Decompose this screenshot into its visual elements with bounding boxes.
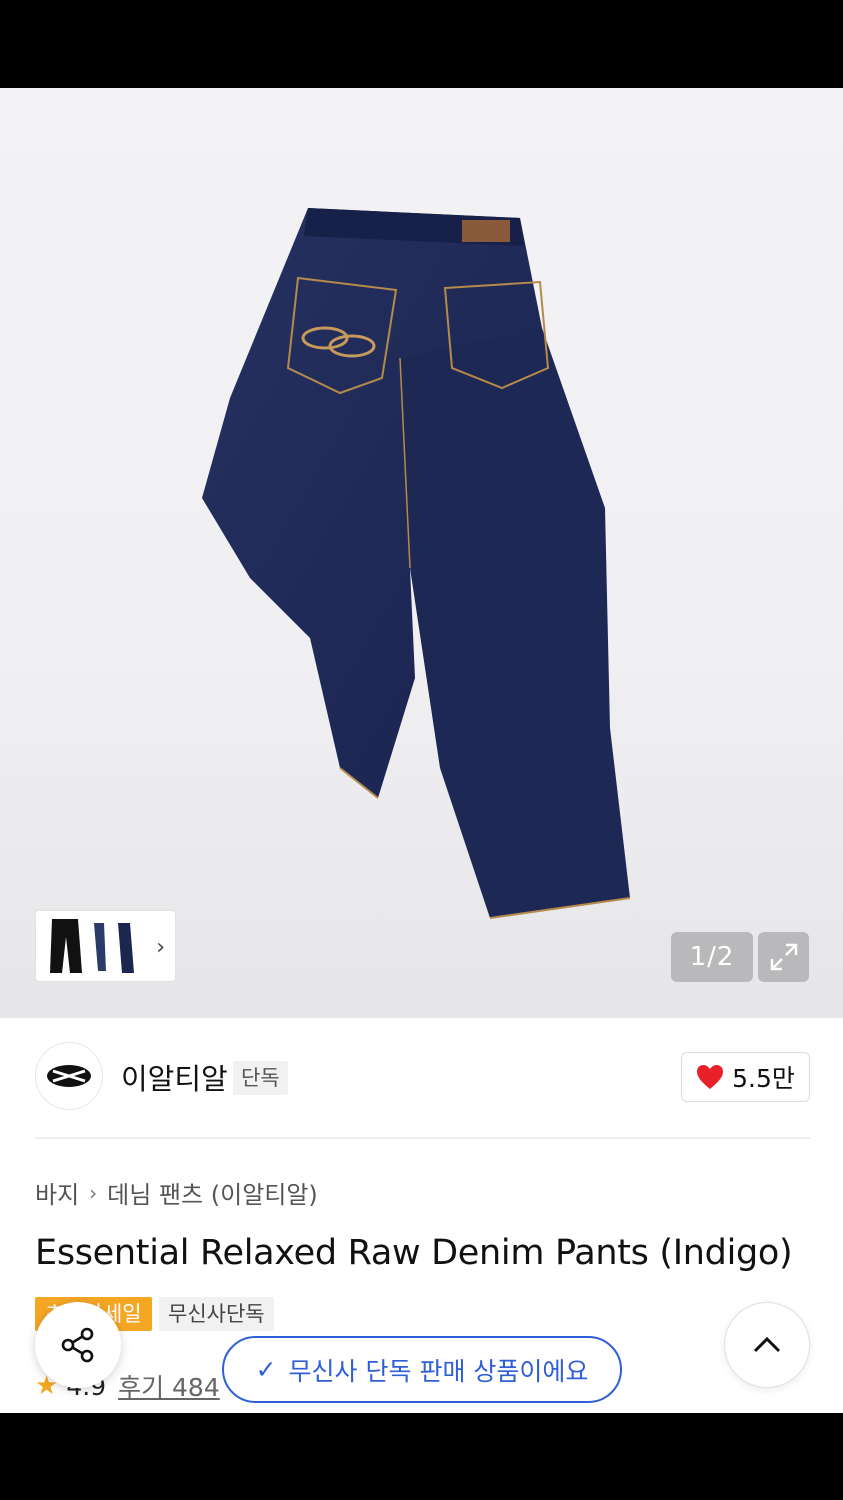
chevron-right-icon[interactable]: › xyxy=(156,935,165,960)
share-button[interactable] xyxy=(35,1302,121,1388)
product-image xyxy=(202,208,631,919)
chevron-right-icon: › xyxy=(89,1180,98,1205)
page-total: 2 xyxy=(716,942,735,972)
like-count: 5.5만 xyxy=(732,1064,795,1093)
brand-logo[interactable] xyxy=(35,1042,103,1110)
brand-name[interactable]: 이알티알 xyxy=(121,1056,228,1098)
exclusive-tag: 단독 xyxy=(233,1061,288,1095)
toast-message: 무신사 단독 판매 상품이에요 xyxy=(288,1356,589,1386)
expand-icon xyxy=(770,943,797,971)
breadcrumb-category[interactable]: 바지 xyxy=(35,1175,79,1210)
page-separator: / xyxy=(707,942,717,972)
share-icon xyxy=(61,1327,94,1363)
page-current: 1 xyxy=(689,942,708,972)
musinsa-exclusive-badge: 무신사단독 xyxy=(159,1297,274,1331)
product-title: Essential Relaxed Raw Denim Pants (Indig… xyxy=(35,1233,793,1273)
like-button[interactable]: 5.5만 xyxy=(681,1052,810,1102)
chevron-up-icon xyxy=(753,1336,781,1353)
thumbnail-images[interactable] xyxy=(46,917,146,977)
check-icon: ✓ xyxy=(255,1355,277,1384)
navigation-bar xyxy=(0,1413,843,1500)
expand-button[interactable] xyxy=(758,932,809,982)
divider xyxy=(35,1137,810,1139)
heart-icon xyxy=(697,1065,724,1089)
breadcrumb: 바지 › 데님 팬츠 (이알티알) xyxy=(35,1175,318,1210)
scroll-to-top-button[interactable] xyxy=(724,1302,810,1388)
brand-logo-icon xyxy=(47,1065,91,1087)
breadcrumb-subcategory[interactable]: 데님 팬츠 (이알티알) xyxy=(107,1175,318,1210)
image-page-counter: 1 / 2 xyxy=(671,932,753,982)
brand-row: 이알티알 단독 5.5만 xyxy=(35,1042,810,1112)
exclusive-toast: ✓ 무신사 단독 판매 상품이에요 xyxy=(222,1336,622,1403)
thumbnail-strip[interactable]: › xyxy=(35,910,176,982)
reviews-link[interactable]: 후기 484 xyxy=(118,1368,220,1404)
status-bar xyxy=(0,0,843,88)
product-gallery[interactable]: › 1 / 2 xyxy=(0,88,843,1018)
